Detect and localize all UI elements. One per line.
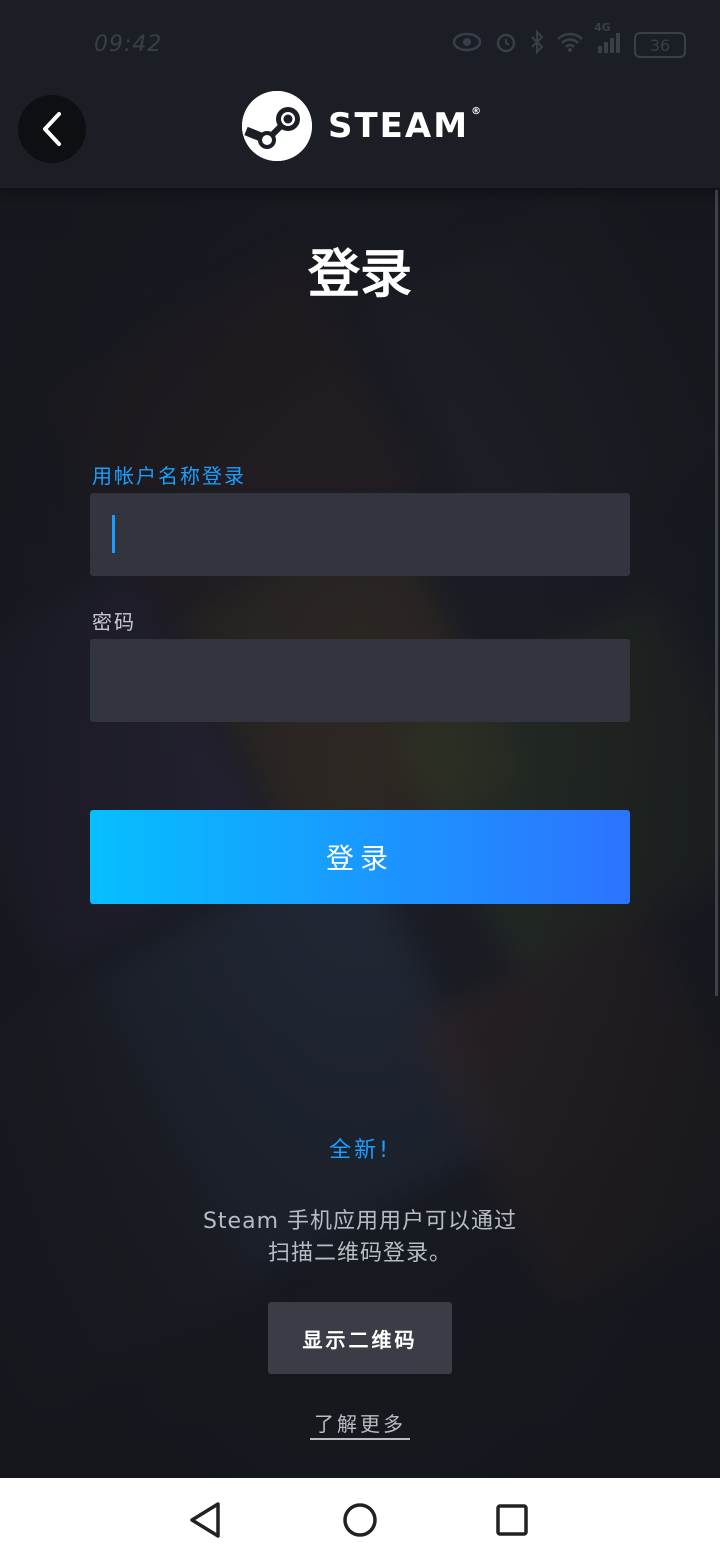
show-qr-button[interactable]: 显示二维码 bbox=[268, 1302, 452, 1374]
steam-wordmark: STEAM ® bbox=[328, 106, 484, 146]
status-icons: 4G 36 bbox=[452, 21, 686, 60]
page-title: 登录 bbox=[307, 244, 412, 305]
triangle-back-icon bbox=[190, 1502, 220, 1538]
qr-description: Steam 手机应用用户可以通过 扫描二维码登录。 bbox=[160, 1206, 560, 1270]
signal-icon: 4G bbox=[594, 21, 622, 59]
username-label: 用帐户名称登录 bbox=[92, 464, 246, 488]
chevron-left-icon bbox=[43, 112, 61, 146]
circle-home-icon bbox=[343, 1503, 377, 1537]
password-input[interactable] bbox=[90, 639, 630, 722]
learn-more: 了解更多 bbox=[0, 1408, 720, 1440]
nav-recents-button[interactable] bbox=[488, 1496, 536, 1544]
new-feature-tag: 全新! bbox=[329, 1138, 391, 1163]
battery-icon: 36 bbox=[634, 32, 686, 58]
system-nav-bar bbox=[0, 1478, 720, 1560]
login-content: 登录 用帐户名称登录 密码 登录 全新! Steam 手机应用用户可以通过 扫描… bbox=[0, 0, 720, 1478]
status-bar: 09:42 4G 36 bbox=[0, 0, 720, 90]
qr-description-line2: 扫描二维码登录。 bbox=[267, 1241, 452, 1266]
nav-back-button[interactable] bbox=[182, 1496, 230, 1544]
steam-logo: STEAM ® bbox=[242, 91, 483, 161]
status-time: 09:42 bbox=[94, 32, 163, 57]
text-caret bbox=[112, 515, 115, 553]
eye-icon bbox=[452, 32, 482, 58]
username-input[interactable] bbox=[90, 493, 630, 576]
square-recents-icon bbox=[496, 1504, 528, 1536]
learn-more-link[interactable]: 了解更多 bbox=[310, 1412, 410, 1440]
nav-home-button[interactable] bbox=[336, 1496, 384, 1544]
password-label: 密码 bbox=[92, 610, 136, 634]
qr-description-line1: Steam 手机应用用户可以通过 bbox=[202, 1209, 518, 1234]
back-button[interactable] bbox=[18, 95, 86, 163]
alarm-icon bbox=[494, 30, 518, 60]
login-button[interactable]: 登录 bbox=[90, 810, 630, 904]
wifi-icon bbox=[556, 31, 584, 59]
steam-logo-icon bbox=[242, 91, 312, 161]
bluetooth-icon bbox=[530, 29, 544, 60]
scrollbar[interactable] bbox=[715, 190, 718, 996]
